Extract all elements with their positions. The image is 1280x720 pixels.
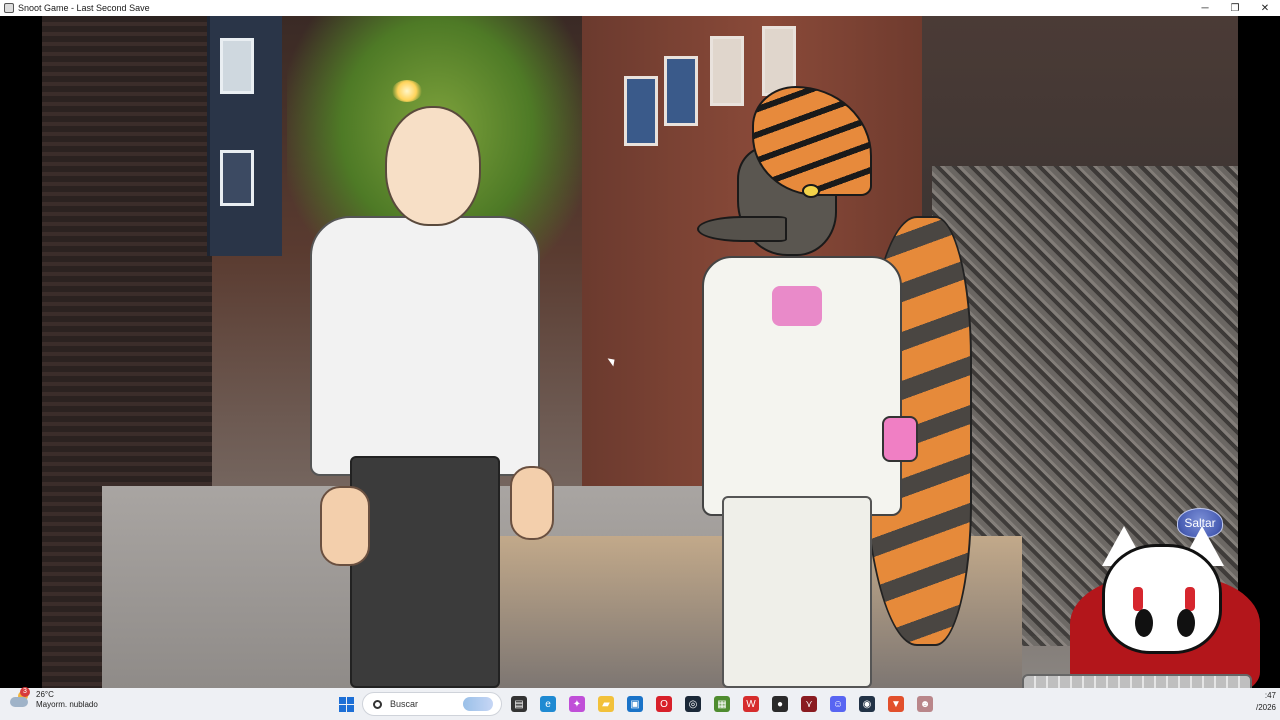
edge-icon: e — [540, 696, 556, 712]
taskbar-app-button[interactable]: ✦ — [564, 692, 590, 716]
man-right-hand — [510, 466, 554, 540]
taskbar-pinned-apps: ▤ e ✦ ▰ ▣ O ◎ ▦ W ● ⋎ ☺ ◉ ▼ ☻ — [506, 692, 938, 716]
taskbar-app-button[interactable]: ▰ — [593, 692, 619, 716]
taskbar-app-button[interactable]: ▼ — [883, 692, 909, 716]
game-icon: ☻ — [917, 696, 933, 712]
file-explorer-icon: ▤ — [511, 696, 527, 712]
windows-logo-icon — [338, 696, 354, 712]
mascot-head — [1102, 544, 1222, 654]
restore-button[interactable]: ❐ — [1220, 0, 1250, 16]
taskbar-app-button[interactable]: ▣ — [622, 692, 648, 716]
taskbar-app-button[interactable]: ☺ — [825, 692, 851, 716]
snoot-snout — [697, 216, 787, 242]
mascot-red-mark — [1185, 587, 1195, 611]
search-icon — [373, 699, 382, 709]
window-title-bar: Snoot Game - Last Second Save ─ ❐ ✕ — [0, 0, 1280, 16]
taskbar-app-button[interactable]: ▦ — [709, 692, 735, 716]
vtuber-cat-mascot — [1022, 526, 1262, 704]
game-viewport[interactable]: Saltar r — [0, 16, 1280, 704]
app-red-icon: ⋎ — [801, 696, 817, 712]
man-left-hand — [320, 486, 370, 566]
taskbar-app-button[interactable]: ● — [767, 692, 793, 716]
taskbar-app-button[interactable]: ☻ — [912, 692, 938, 716]
man-faceless-head — [385, 106, 481, 226]
steam-alt-icon: ◉ — [859, 696, 875, 712]
discord-icon: ☺ — [830, 696, 846, 712]
clock-date: /2026 — [1255, 703, 1276, 712]
mascot-eye — [1135, 609, 1153, 637]
street-lamp — [392, 80, 422, 102]
mascot-eye — [1177, 609, 1195, 637]
taskbar-app-button[interactable]: ◎ — [680, 692, 706, 716]
snoot-pink-cuff — [882, 416, 918, 462]
man-white-shirt — [310, 216, 540, 476]
app-dark-icon: ● — [772, 696, 788, 712]
windows-taskbar: 3 26°C Mayorm. nublado Buscar ▤ e ✦ ▰ ▣ O ◎ ▦ W ●… — [0, 687, 1280, 720]
taskbar-app-button[interactable]: W — [738, 692, 764, 716]
weather-notification-badge: 3 — [20, 687, 30, 697]
game-scene-background — [42, 16, 1238, 688]
character-faceless-man — [290, 106, 570, 688]
store-icon: ▣ — [627, 696, 643, 712]
snoot-eye — [802, 184, 820, 198]
folder-icon: ▰ — [598, 696, 614, 712]
weather-cloud-icon: 3 — [8, 687, 30, 709]
window-title: Snoot Game - Last Second Save — [18, 3, 150, 13]
search-placeholder: Buscar — [390, 699, 419, 709]
weather-temperature: 26°C — [36, 690, 54, 699]
start-button[interactable] — [334, 692, 358, 716]
man-dark-pants — [350, 456, 500, 688]
system-clock[interactable]: :47 /2026 — [1256, 690, 1276, 714]
search-highlight-icon — [463, 697, 493, 711]
taskbar-app-button[interactable]: e — [535, 692, 561, 716]
weather-condition: Mayorm. nublado — [36, 700, 98, 709]
brave-icon: ▼ — [888, 696, 904, 712]
opera-icon: O — [656, 696, 672, 712]
tower-window — [220, 150, 254, 206]
taskbar-app-button[interactable]: ◉ — [854, 692, 880, 716]
app-icon — [4, 3, 14, 13]
brick-window — [624, 76, 658, 146]
taskbar-app-button[interactable]: ⋎ — [796, 692, 822, 716]
snoot-white-pants — [722, 496, 872, 688]
tower-window — [220, 38, 254, 94]
close-button[interactable]: ✕ — [1250, 0, 1280, 16]
minecraft-icon: ▦ — [714, 696, 730, 712]
steam-icon: ◎ — [685, 696, 701, 712]
taskbar-app-button[interactable]: ▤ — [506, 692, 532, 716]
copilot-icon: ✦ — [569, 696, 585, 712]
taskbar-search-box[interactable]: Buscar — [362, 692, 502, 716]
taskbar-app-button[interactable]: O — [651, 692, 677, 716]
clock-time: :47 — [1264, 691, 1276, 700]
snoot-pink-scarf — [772, 286, 822, 326]
minimize-button[interactable]: ─ — [1190, 0, 1220, 16]
mascot-red-mark — [1133, 587, 1143, 611]
weather-widget[interactable]: 3 26°C Mayorm. nublado — [8, 687, 98, 710]
character-snoot-dinosaur — [662, 86, 992, 688]
taskbar-center: Buscar ▤ e ✦ ▰ ▣ O ◎ ▦ W ● ⋎ ☺ ◉ ▼ ☻ — [334, 692, 938, 716]
wps-icon: W — [743, 696, 759, 712]
